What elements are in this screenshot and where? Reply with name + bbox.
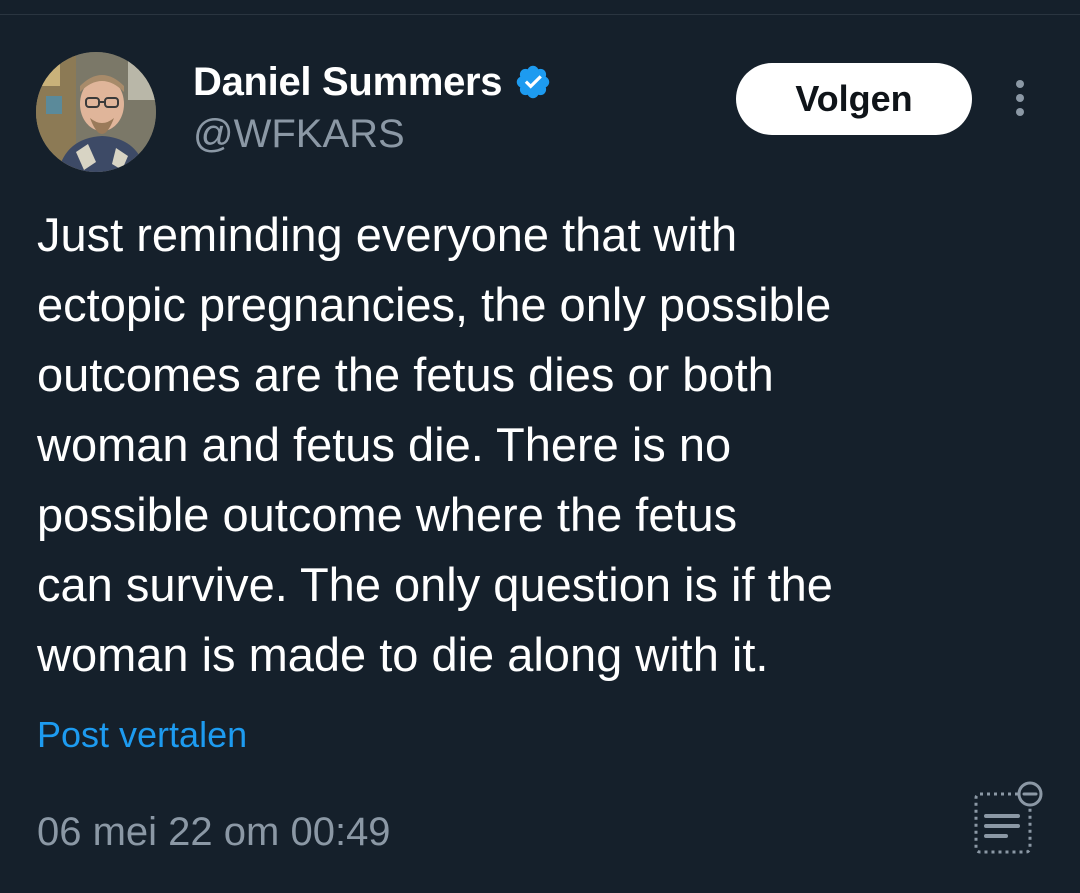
reader-mode-icon[interactable]: [968, 780, 1048, 860]
tweet-timestamp[interactable]: 06 mei 22 om 00:49: [37, 810, 391, 855]
avatar[interactable]: [36, 52, 156, 172]
tweet-page: Daniel Summers @WFKARS Volgen Just remin…: [0, 0, 1080, 893]
display-name[interactable]: Daniel Summers: [193, 60, 503, 105]
author-handle[interactable]: @WFKARS: [193, 112, 405, 157]
verified-badge-icon: [514, 63, 552, 101]
top-divider: [0, 14, 1080, 15]
display-name-row[interactable]: Daniel Summers: [193, 56, 552, 108]
translate-post-link[interactable]: Post vertalen: [37, 714, 247, 756]
tweet-text: Just reminding everyone that with ectopi…: [37, 208, 833, 681]
more-vertical-icon[interactable]: [1000, 76, 1040, 120]
follow-button[interactable]: Volgen: [736, 63, 972, 135]
